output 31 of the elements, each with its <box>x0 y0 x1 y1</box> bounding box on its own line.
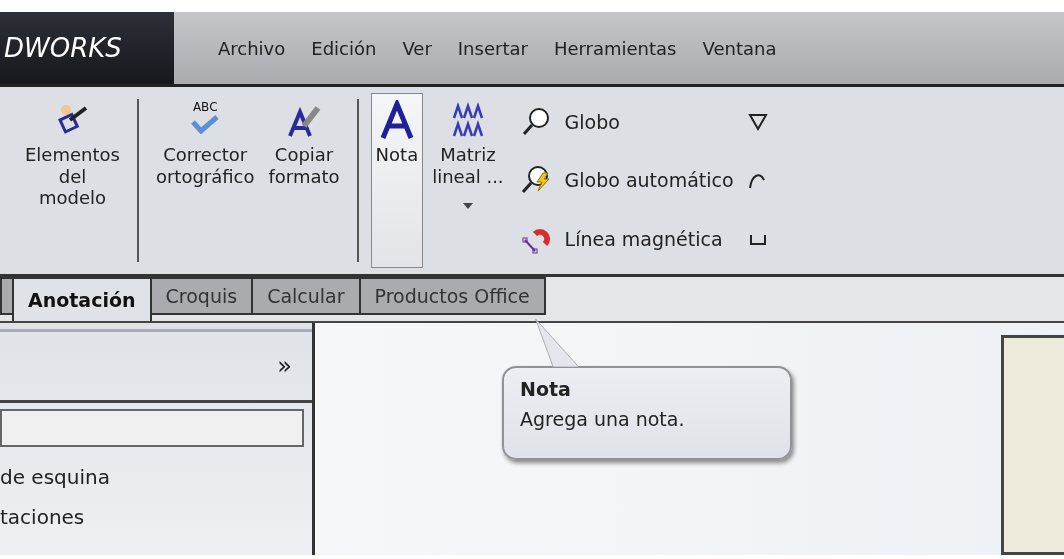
ribbon-button[interactable]: Elementos del modelo <box>20 93 125 268</box>
menu-item[interactable]: Archivo <box>218 37 286 59</box>
ribbon-button[interactable]: Nota <box>370 93 424 268</box>
input-field[interactable] <box>0 409 304 447</box>
expand-button[interactable]: » <box>271 351 298 381</box>
tab[interactable]: Croquis <box>149 277 254 315</box>
tree-item[interactable]: de esquina <box>0 457 312 497</box>
ribbon-button[interactable]: Copiar formato <box>263 93 345 268</box>
ribbon-button[interactable]: Globo automático <box>520 165 734 196</box>
tree-item[interactable]: taciones <box>0 497 312 537</box>
tab[interactable]: Anotación <box>12 277 152 321</box>
caret-icon <box>462 203 473 210</box>
logo-text: DWORKS <box>0 12 174 84</box>
icon-text: ABC <box>192 100 218 114</box>
tab[interactable]: Productos Office <box>358 277 546 315</box>
menu-item[interactable]: Ver <box>402 37 432 59</box>
balloon-icon <box>520 107 551 138</box>
menu-item[interactable]: Insertar <box>457 37 528 59</box>
menu-item[interactable]: Ventana <box>702 37 777 59</box>
menu-item[interactable]: Edición <box>311 37 377 59</box>
check-icon <box>190 114 221 134</box>
ribbon-button[interactable]: Matriz lineal ... <box>427 93 509 268</box>
tab[interactable]: Calcular <box>251 277 361 315</box>
ribbon-button[interactable]: Línea magnética <box>520 223 734 254</box>
triangle-icon <box>747 112 768 133</box>
ribbon-button[interactable]: Globo <box>520 107 734 138</box>
tooltip-title: Nota <box>520 378 572 400</box>
balloon-lightning-icon <box>520 165 551 196</box>
ribbon-button[interactable]: ABC Corrector ortográfico <box>150 93 260 268</box>
menu-item[interactable]: Herramientas <box>553 37 677 59</box>
tooltip-text: Agrega una nota. <box>520 408 686 430</box>
